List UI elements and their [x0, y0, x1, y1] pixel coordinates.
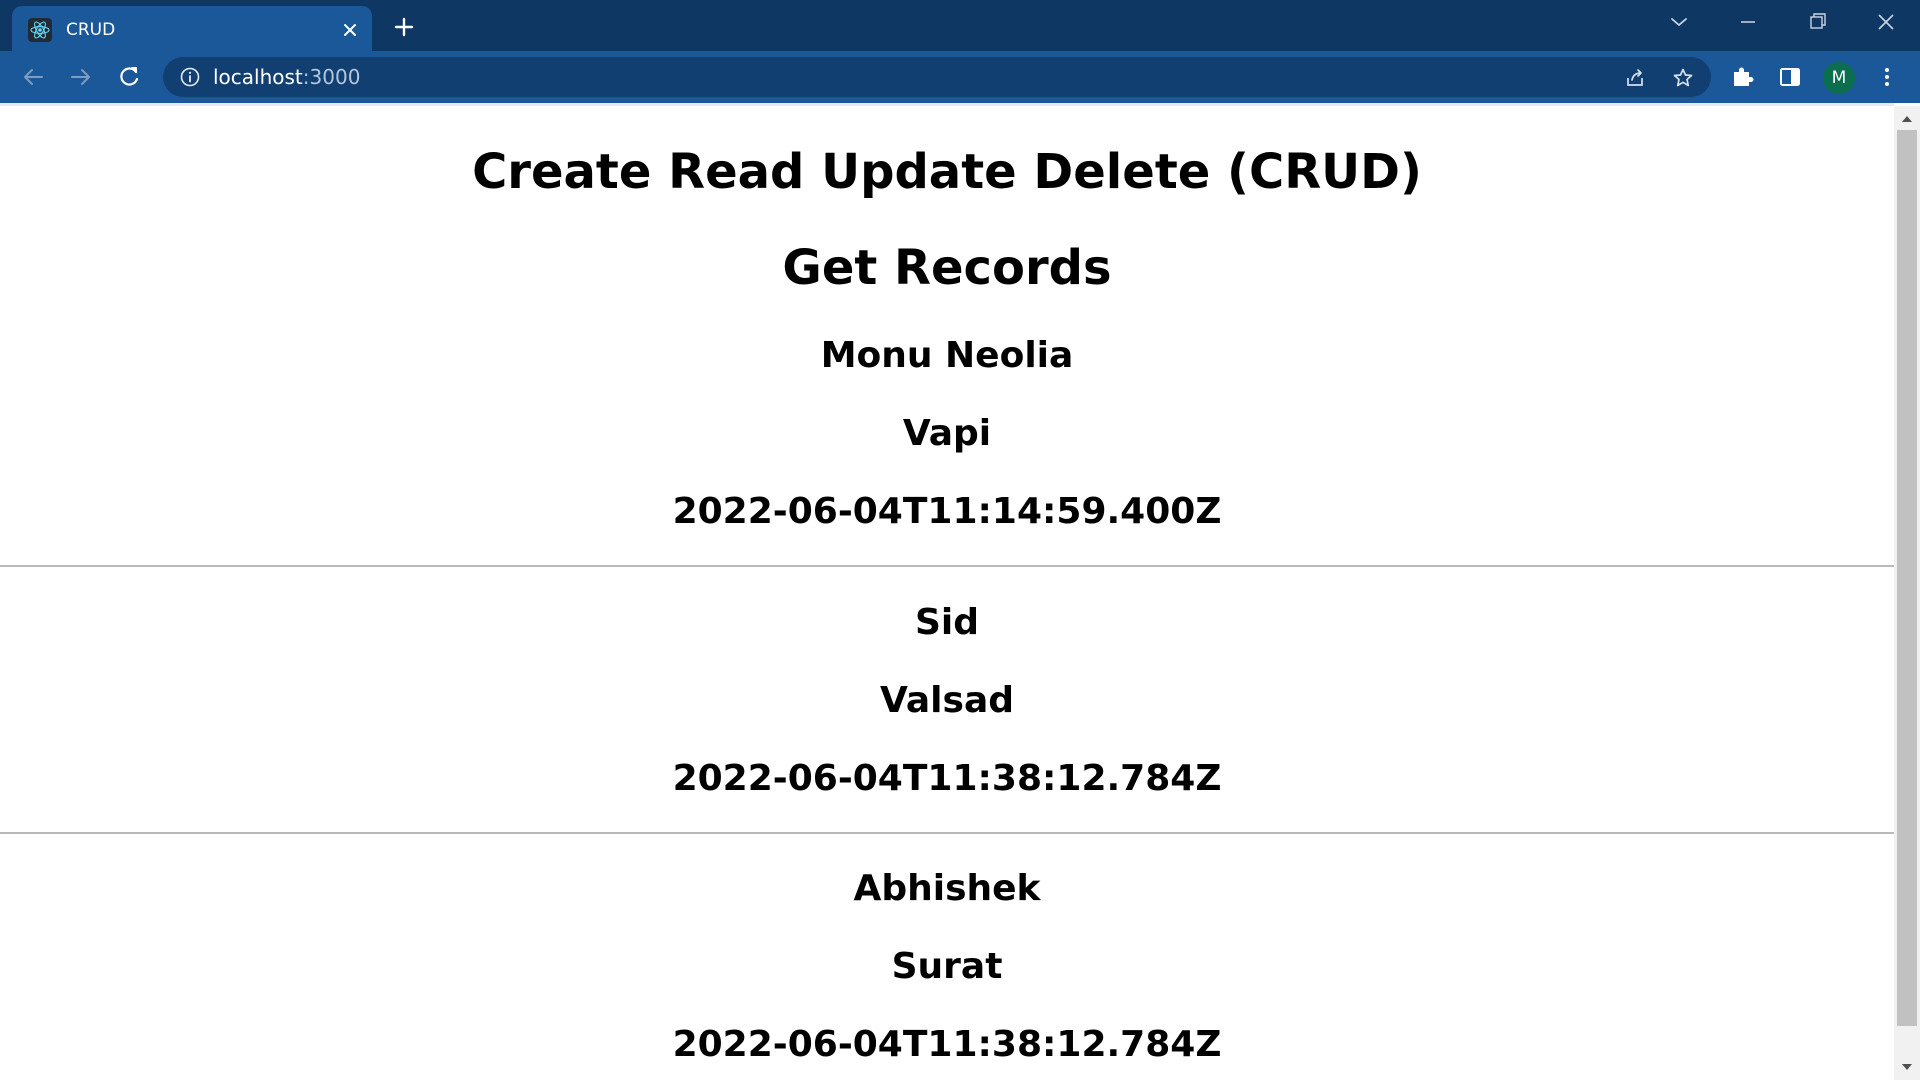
- url-port: :3000: [302, 65, 361, 89]
- tab-title: CRUD: [66, 20, 116, 40]
- restore-icon[interactable]: [1800, 8, 1834, 36]
- url-host: localhost: [213, 65, 303, 89]
- vertical-scrollbar[interactable]: [1894, 106, 1920, 1080]
- extensions-puzzle-icon[interactable]: [1730, 64, 1756, 90]
- bookmark-star-icon[interactable]: [1671, 66, 1695, 90]
- page-title: Create Read Update Delete (CRUD): [472, 144, 1422, 200]
- record-city: Surat: [891, 946, 1003, 987]
- more-menu-icon[interactable]: [1874, 64, 1900, 90]
- side-panel-icon[interactable]: [1777, 64, 1803, 90]
- forward-arrow-icon[interactable]: [66, 62, 96, 92]
- site-info-icon[interactable]: [179, 66, 201, 88]
- page-viewport: Create Read Update Delete (CRUD) Get Rec…: [0, 106, 1894, 1080]
- browser-toolbar: localhost:3000 M: [0, 51, 1920, 103]
- record-timestamp: 2022-06-04T11:14:59.400Z: [672, 491, 1222, 532]
- minimize-icon[interactable]: [1731, 8, 1765, 36]
- scroll-down-arrow-icon[interactable]: [1900, 1060, 1914, 1074]
- record-city: Vapi: [902, 413, 992, 454]
- record-divider: [0, 832, 1894, 834]
- browser-window: CRUD localhost:3000 M Create Read Update…: [0, 0, 1920, 1080]
- back-arrow-icon[interactable]: [18, 62, 48, 92]
- record-name: Abhishek: [853, 868, 1041, 909]
- record-timestamp: 2022-06-04T11:38:12.784Z: [672, 758, 1222, 799]
- record-divider: [0, 565, 1894, 567]
- tab-crud[interactable]: CRUD: [12, 6, 372, 51]
- close-tab-icon[interactable]: [338, 18, 362, 42]
- record-city: Valsad: [879, 680, 1014, 721]
- record-timestamp: 2022-06-04T11:38:12.784Z: [672, 1024, 1222, 1065]
- tab-strip: CRUD: [0, 0, 1920, 51]
- new-tab-plus-icon[interactable]: [390, 13, 418, 41]
- close-window-icon[interactable]: [1869, 8, 1903, 36]
- scroll-up-arrow-icon[interactable]: [1900, 112, 1914, 126]
- profile-avatar[interactable]: M: [1823, 62, 1855, 94]
- tab-search-chevron-down-icon[interactable]: [1662, 8, 1696, 36]
- url-text[interactable]: localhost:3000: [213, 65, 360, 89]
- react-logo-icon: [28, 18, 52, 42]
- record-name: Sid: [914, 602, 980, 643]
- reload-icon[interactable]: [114, 62, 144, 92]
- scrollbar-thumb[interactable]: [1897, 130, 1917, 1026]
- record-name: Monu Neolia: [820, 335, 1074, 376]
- section-heading: Get Records: [782, 240, 1112, 296]
- address-bar[interactable]: localhost:3000: [163, 57, 1711, 97]
- share-icon[interactable]: [1623, 66, 1647, 90]
